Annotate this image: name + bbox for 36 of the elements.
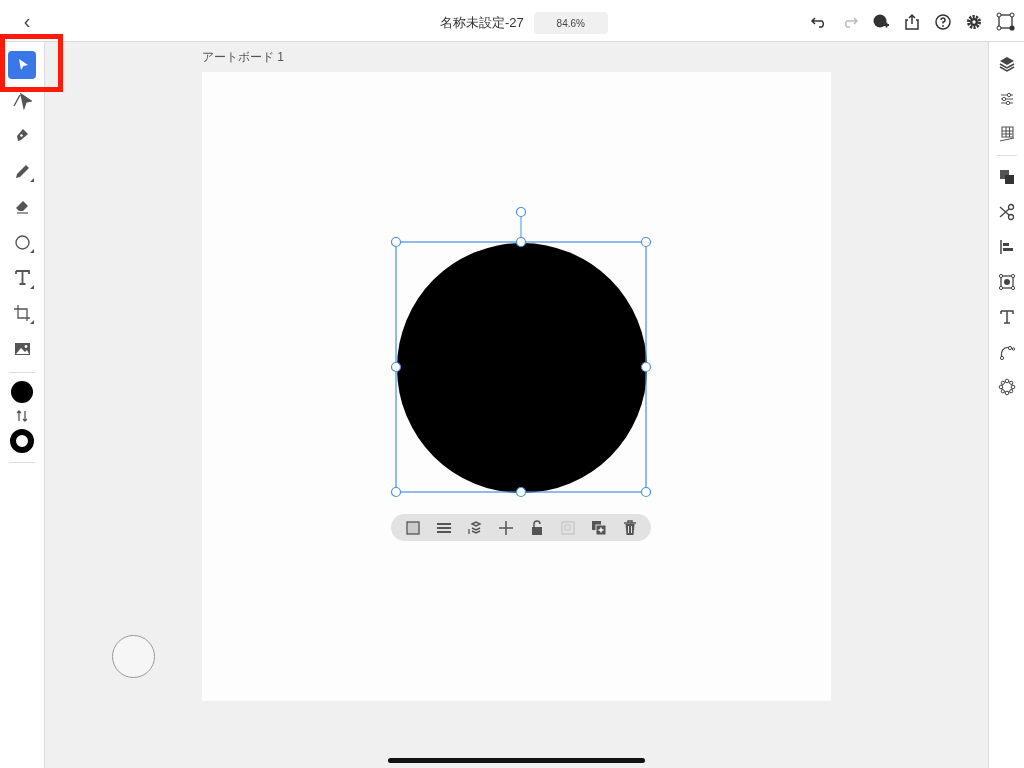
direct-select-icon — [12, 90, 32, 110]
stack-icon — [465, 518, 484, 537]
text-tool-icon — [12, 268, 32, 288]
ellipse-icon — [12, 232, 32, 252]
artboard-icon[interactable] — [996, 12, 1016, 32]
share-icon[interactable] — [903, 13, 921, 31]
plugin-icon[interactable] — [997, 378, 1016, 396]
repeat-grid-icon[interactable] — [997, 273, 1016, 291]
duplicate-icon — [589, 518, 608, 537]
stroke-color-swatch[interactable] — [10, 428, 34, 453]
fill-color-swatch[interactable] — [11, 380, 33, 403]
artboard-label: アートボード 1 — [202, 49, 284, 66]
path-icon[interactable] — [997, 343, 1016, 361]
selection-box[interactable] — [390, 206, 654, 500]
grid-icon[interactable] — [997, 125, 1016, 143]
text-icon[interactable] — [997, 308, 1016, 326]
tool-button[interactable] — [8, 50, 36, 79]
group-icon — [558, 518, 577, 537]
swap-icon[interactable] — [16, 409, 28, 422]
circle-shape[interactable] — [396, 242, 648, 494]
settings-icon[interactable] — [965, 13, 983, 31]
submenu-corner-icon — [30, 284, 34, 289]
document-title[interactable]: 名称未設定-27 — [440, 13, 524, 33]
highlight-frame — [0, 34, 63, 92]
help-icon[interactable] — [934, 13, 952, 31]
submenu-corner-icon — [30, 249, 34, 254]
submenu-corner-icon — [30, 178, 34, 183]
move-cross-icon — [496, 518, 515, 537]
layers-icon[interactable] — [997, 55, 1016, 73]
zoom-field[interactable]: 84.6% — [533, 12, 608, 34]
artboard-tool-icon — [12, 303, 32, 323]
submenu-corner-icon — [30, 320, 34, 325]
combine-shapes-icon[interactable] — [997, 168, 1016, 186]
scissors-icon[interactable] — [997, 203, 1016, 221]
align-left-icon[interactable] — [997, 238, 1016, 256]
back-button[interactable]: ‹ — [18, 10, 36, 32]
